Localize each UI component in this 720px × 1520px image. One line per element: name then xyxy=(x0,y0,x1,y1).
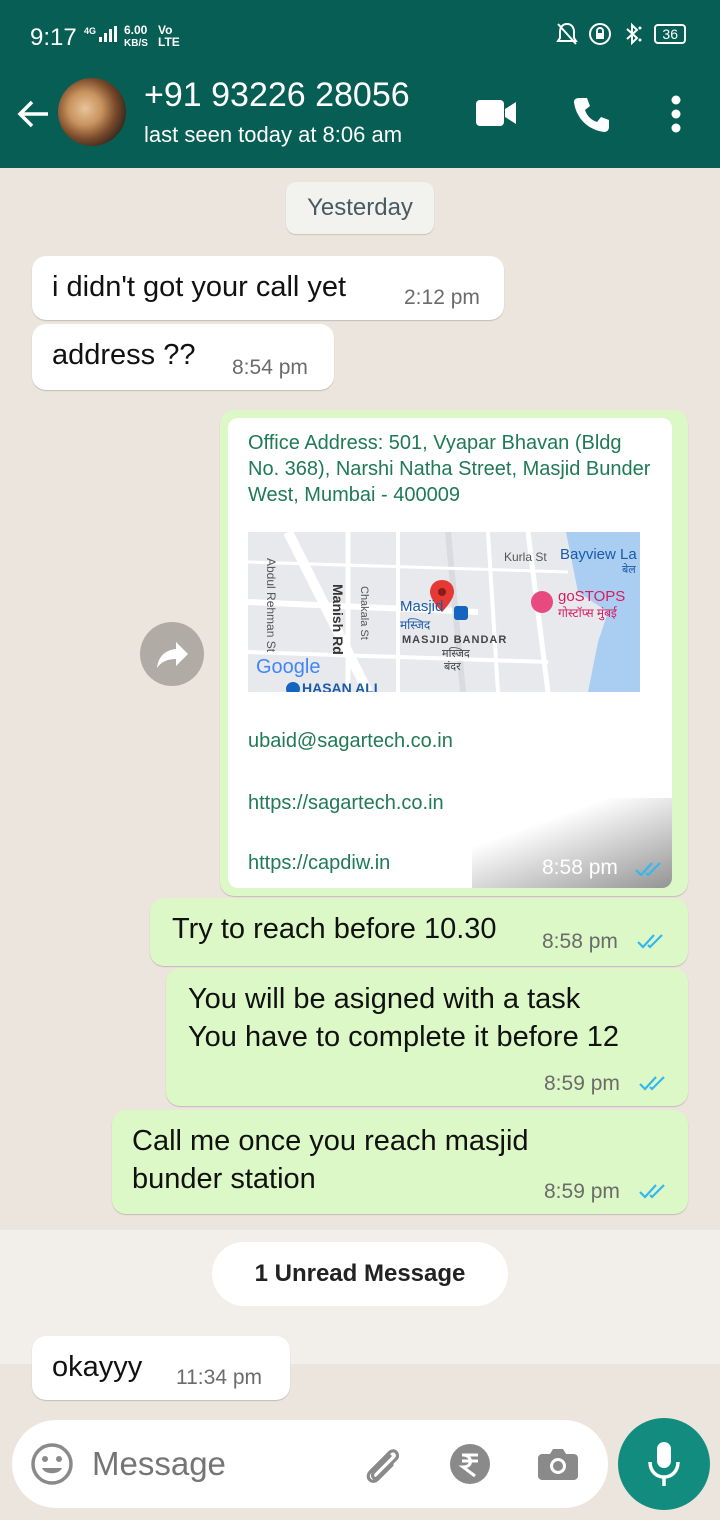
signal-icon xyxy=(99,26,118,42)
contact-name[interactable]: +91 93226 28056 xyxy=(144,76,410,115)
read-ticks-icon xyxy=(637,934,663,949)
map-label: मस्जिद xyxy=(400,618,431,632)
outgoing-message[interactable]: Call me once you reach masjid bunder sta… xyxy=(112,1110,688,1214)
read-ticks-icon xyxy=(639,1076,665,1091)
message-text-line: You will be asigned with a task xyxy=(188,983,581,1015)
incoming-message[interactable]: address ?? 8:54 pm xyxy=(32,324,334,390)
bluetooth-icon xyxy=(626,22,642,46)
message-time: 8:59 pm xyxy=(544,1072,620,1095)
office-address: Office Address: 501, Vyapar Bhavan (Bldg… xyxy=(248,432,651,506)
app-header: 9:17 4G 6.00 KB/S Vo LTE 36 +91 93226 28… xyxy=(0,0,720,168)
google-logo: Google xyxy=(256,656,321,678)
address-card: Office Address: 501, Vyapar Bhavan (Bldg… xyxy=(228,418,672,888)
map-label: Kurla St xyxy=(504,550,547,564)
read-ticks-icon xyxy=(639,1184,665,1199)
mic-button[interactable] xyxy=(618,1418,710,1510)
message-time: 2:12 pm xyxy=(404,286,480,309)
mic-icon xyxy=(648,1442,680,1486)
message-text-line: Call me once you reach masjid xyxy=(132,1125,529,1157)
message-text-line: bunder station xyxy=(132,1163,316,1195)
battery-indicator: 36 xyxy=(654,24,686,44)
message-text-line: You have to complete it before 12 xyxy=(188,1021,620,1053)
date-chip: Yesterday xyxy=(286,182,434,234)
map-label: HASAN ALI xyxy=(302,680,378,692)
outgoing-address-card[interactable]: Office Address: 501, Vyapar Bhavan (Bldg… xyxy=(220,410,688,896)
map-label: बेल xyxy=(622,564,636,576)
forward-button[interactable] xyxy=(140,622,204,686)
website-link[interactable]: https://capdiw.in xyxy=(248,850,390,876)
map-label: goSTOPS xyxy=(558,588,626,605)
lock-rotation-icon xyxy=(589,23,612,45)
chat-header: +91 93226 28056 last seen today at 8:06 … xyxy=(0,76,720,168)
message-text: address ?? xyxy=(52,339,196,371)
map-label: गोस्टॉप्स मुंबई xyxy=(558,606,617,620)
message-time: 8:58 pm xyxy=(542,930,618,953)
network-indicator: 4G xyxy=(84,26,118,42)
message-text: okayyy xyxy=(52,1351,143,1383)
chat-area[interactable]: Yesterday i didn't got your call yet 2:1… xyxy=(0,168,720,1420)
more-options-icon[interactable] xyxy=(668,94,684,134)
video-call-icon[interactable] xyxy=(474,98,518,128)
message-time: 8:54 pm xyxy=(232,356,308,379)
map-label: बंदर xyxy=(444,661,461,673)
outgoing-message[interactable]: Try to reach before 10.30 8:58 pm xyxy=(150,898,688,966)
data-speed: 6.00 KB/S xyxy=(124,24,148,50)
map-preview[interactable]: Kurla St Bayview La बेल Abdul Rehman St … xyxy=(248,532,640,692)
status-time: 9:17 xyxy=(30,24,77,51)
incoming-message[interactable]: i didn't got your call yet 2:12 pm xyxy=(32,256,504,320)
map-label: Abdul Rehman St xyxy=(264,558,278,653)
last-seen-status: last seen today at 8:06 am xyxy=(144,122,403,147)
message-time: 11:34 pm xyxy=(176,1366,262,1389)
status-icons: 36 xyxy=(556,22,686,46)
message-time: 8:59 pm xyxy=(544,1180,620,1203)
network-type: 4G xyxy=(84,26,97,36)
website-link[interactable]: https://sagartech.co.in xyxy=(248,790,444,816)
rupee-payment-icon[interactable] xyxy=(448,1442,492,1486)
map-label: MASJID BANDAR xyxy=(402,634,508,646)
map-label: Bayview La xyxy=(560,546,637,563)
email-link[interactable]: ubaid@sagartech.co.in xyxy=(248,728,453,754)
avatar[interactable] xyxy=(58,78,126,146)
speed-value: 6.00 xyxy=(124,23,148,37)
message-input[interactable] xyxy=(92,1440,342,1488)
attach-icon[interactable] xyxy=(360,1442,404,1486)
map-label: Masjid xyxy=(400,598,444,615)
voice-call-icon[interactable] xyxy=(572,94,612,134)
message-time: 8:58 pm xyxy=(542,856,618,879)
outgoing-message[interactable]: You will be asigned with a task You have… xyxy=(166,968,688,1106)
emoji-icon[interactable] xyxy=(30,1442,74,1486)
speed-unit: KB/S xyxy=(124,38,148,49)
back-arrow-icon[interactable] xyxy=(16,96,52,132)
message-text: i didn't got your call yet xyxy=(52,271,347,303)
mute-bell-icon xyxy=(556,22,579,45)
camera-icon[interactable] xyxy=(536,1442,580,1486)
forward-icon xyxy=(157,642,188,668)
volte-bottom: LTE xyxy=(158,35,180,49)
message-input-bar xyxy=(12,1420,608,1508)
map-label: Manish Rd xyxy=(330,584,346,655)
message-text: Try to reach before 10.30 xyxy=(172,913,497,945)
volte-indicator: Vo LTE xyxy=(158,24,180,48)
read-ticks-icon xyxy=(635,862,661,877)
status-bar: 9:17 4G 6.00 KB/S Vo LTE 36 xyxy=(0,0,720,76)
unread-message-label: 1 Unread Message xyxy=(212,1242,508,1306)
map-label: Chakala St xyxy=(358,586,370,640)
incoming-message[interactable]: okayyy 11:34 pm xyxy=(32,1336,290,1400)
